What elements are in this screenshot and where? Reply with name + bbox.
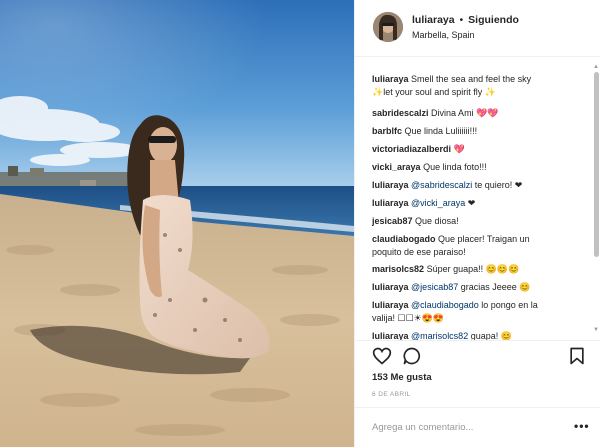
post-date[interactable]: 6 DE ABRIL xyxy=(372,391,411,398)
scroll-up-arrow-icon[interactable]: ▲ xyxy=(593,64,599,70)
comment-item: vicki_araya Que linda foto!!! xyxy=(372,161,590,174)
comment-username[interactable]: vicki_araya xyxy=(372,162,421,172)
comment-text: Que linda foto!!! xyxy=(423,162,487,172)
avatar[interactable] xyxy=(373,12,403,42)
add-comment-bar: ••• xyxy=(355,407,600,447)
heart-icon[interactable] xyxy=(372,346,392,366)
comment-item: marisolcs82 Súper guapa!! 😊😊😊 xyxy=(372,263,590,276)
more-options-button[interactable]: ••• xyxy=(574,419,590,433)
follow-status-button[interactable]: Siguiendo xyxy=(468,14,519,26)
comment-mention[interactable]: @marisolcs82 xyxy=(411,331,468,340)
comment-text: Divina Ami 💖💖 xyxy=(431,108,499,118)
header-username[interactable]: luliaraya xyxy=(412,14,455,26)
comment-username[interactable]: claudiabogado xyxy=(372,234,436,244)
comment-text: Smell the sea and feel the sky xyxy=(411,74,532,84)
post-photo[interactable] xyxy=(0,0,354,447)
comment-text: lo pongo en la xyxy=(481,300,538,310)
header-location[interactable]: Marbella, Spain xyxy=(412,30,475,40)
scrollbar-thumb[interactable] xyxy=(594,72,599,257)
comment-mention[interactable]: @sabridescalzi xyxy=(411,180,472,190)
comment-text: Súper guapa!! 😊😊😊 xyxy=(426,264,520,274)
comment-username[interactable]: luliaraya xyxy=(372,180,409,190)
comment-username[interactable]: jesicab87 xyxy=(372,216,413,226)
comment-text: ❤ xyxy=(467,198,476,208)
comment-item: luliaraya @marisolcs82 guapa! 😊 xyxy=(372,330,590,340)
comment-text-continued: ✨let your soul and spirit fly ✨ xyxy=(372,87,496,97)
likes-count[interactable]: 153 Me gusta xyxy=(372,372,432,383)
post-side-panel: luliaraya • Siguiendo Marbella, Spain lu… xyxy=(354,0,600,447)
comment-text-continued: poquito de ese paraiso! xyxy=(372,247,466,257)
comments-list: luliaraya Smell the sea and feel the sky… xyxy=(355,57,600,340)
post-header: luliaraya • Siguiendo Marbella, Spain xyxy=(355,0,600,57)
comment-text: te quiero! ❤ xyxy=(474,180,523,190)
comment-username[interactable]: luliaraya xyxy=(372,300,409,310)
comment-text: gracias Jeeee 😊 xyxy=(460,282,531,292)
comment-item: victoriadiazalberdi 💖 xyxy=(372,143,590,156)
comment-text: Que diosa! xyxy=(415,216,459,226)
comment-text: 💖 xyxy=(453,144,465,154)
comment-username[interactable]: luliaraya xyxy=(372,74,409,84)
comment-item: luliaraya Smell the sea and feel the sky… xyxy=(372,73,590,99)
comment-username[interactable]: luliaraya xyxy=(372,198,409,208)
comment-item: jesicab87 Que diosa! xyxy=(372,215,590,228)
beach-photo xyxy=(0,0,354,447)
comment-item: sabridescalzi Divina Ami 💖💖 xyxy=(372,107,590,120)
comment-username[interactable]: barblfc xyxy=(372,126,402,136)
comment-text: Que linda Luliiiiii!!! xyxy=(404,126,478,136)
comment-input[interactable] xyxy=(372,418,562,436)
comment-mention[interactable]: @jesicab87 xyxy=(411,282,458,292)
comment-mention[interactable]: @claudiabogado xyxy=(411,300,479,310)
comment-text-continued: valija! ☐☐☀😍😍 xyxy=(372,313,445,323)
comment-username[interactable]: victoriadiazalberdi xyxy=(372,144,451,154)
comment-username[interactable]: luliaraya xyxy=(372,331,409,340)
comment-item: luliaraya @jesicab87 gracias Jeeee 😊 xyxy=(372,281,590,294)
comment-username[interactable]: sabridescalzi xyxy=(372,108,429,118)
comment-username[interactable]: luliaraya xyxy=(372,282,409,292)
comment-text: guapa! 😊 xyxy=(470,331,512,340)
comment-username[interactable]: marisolcs82 xyxy=(372,264,424,274)
comment-item: luliaraya @claudiabogado lo pongo en la … xyxy=(372,299,590,325)
comment-item: claudiabogado Que placer! Traigan un poq… xyxy=(372,233,590,259)
bookmark-icon[interactable] xyxy=(567,346,587,366)
comment-icon[interactable] xyxy=(402,346,422,366)
scroll-down-arrow-icon[interactable]: ▼ xyxy=(593,327,599,333)
post-actions xyxy=(355,340,600,368)
comment-item: barblfc Que linda Luliiiiii!!! xyxy=(372,125,590,138)
comment-mention[interactable]: @vicki_araya xyxy=(411,198,465,208)
comment-item: luliaraya @sabridescalzi te quiero! ❤ xyxy=(372,179,590,192)
header-separator: • xyxy=(459,14,464,26)
comment-item: luliaraya @vicki_araya ❤ xyxy=(372,197,590,210)
header-line: luliaraya • Siguiendo xyxy=(412,14,519,26)
comment-text: Que placer! Traigan un xyxy=(438,234,530,244)
